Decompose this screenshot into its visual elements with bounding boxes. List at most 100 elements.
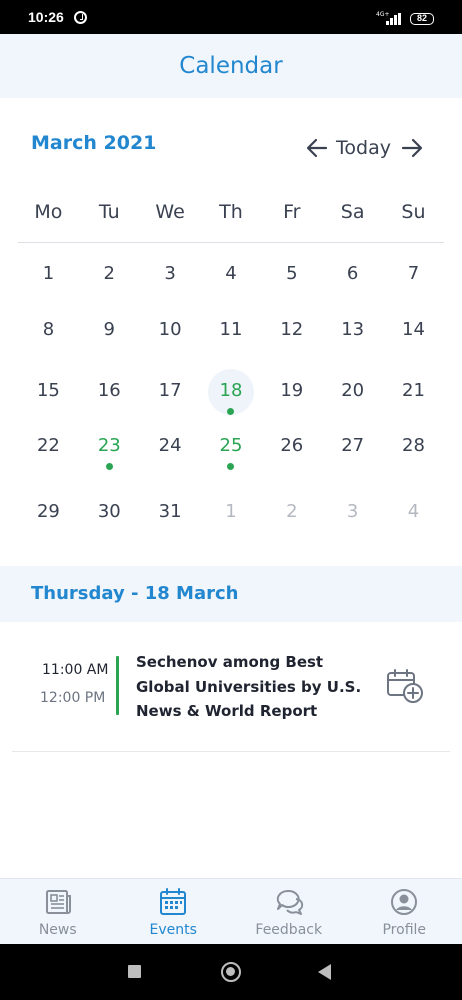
day-cell[interactable]: 13 (322, 301, 383, 362)
event-dot (105, 463, 113, 470)
today-button[interactable]: Today (336, 137, 391, 159)
weekday-header: Mo Tu We Th Fr Sa Su (18, 201, 444, 231)
day-cell[interactable]: 17 (140, 362, 201, 423)
day-number: 24 (158, 435, 182, 456)
day-cell[interactable]: 30 (79, 490, 140, 556)
newspaper-icon (45, 890, 71, 914)
day-cell[interactable]: 3 (140, 243, 201, 301)
day-number: 2 (103, 263, 115, 284)
day-cell[interactable]: 1 (201, 490, 262, 556)
weekday-label: Su (401, 201, 426, 223)
day-number: 16 (97, 380, 121, 401)
tab-feedback[interactable]: Feedback (231, 879, 347, 945)
day-number: 20 (341, 380, 365, 401)
day-number: 10 (158, 319, 182, 340)
week-row: 15 16 17 18 19 20 21 (18, 362, 444, 423)
tab-label: Profile (382, 922, 427, 938)
day-cell[interactable]: 19 (261, 362, 322, 423)
tab-profile[interactable]: Profile (347, 879, 462, 945)
day-number: 27 (341, 435, 365, 456)
day-number: 11 (219, 319, 243, 340)
day-cell[interactable]: 21 (383, 362, 444, 423)
day-cell[interactable]: 29 (18, 490, 79, 556)
day-cell[interactable]: 7 (383, 243, 444, 301)
weekday-label: Mo (34, 201, 63, 223)
day-number: 2 (286, 501, 298, 522)
day-cell[interactable]: 4 (383, 490, 444, 556)
tab-label: News (38, 922, 77, 938)
event-indicator-bar (116, 656, 119, 715)
calendar-grid: 1 2 3 4 5 6 7 8 9 10 11 12 13 14 15 16 17 18 19 20 21 22 23 24 2… (18, 243, 444, 556)
day-number: 19 (280, 380, 304, 401)
day-number: 31 (158, 501, 182, 522)
day-number: 8 (42, 319, 55, 340)
day-cell[interactable]: 3 (322, 490, 383, 556)
tab-news[interactable]: News (0, 879, 116, 945)
day-cell[interactable]: 27 (322, 423, 383, 490)
day-cell[interactable]: 2 (261, 490, 322, 556)
day-cell[interactable]: 14 (383, 301, 444, 362)
event-dot (227, 463, 235, 470)
weekday-label: We (155, 201, 185, 223)
day-cell[interactable]: 23 (79, 423, 140, 490)
day-number: 18 (219, 380, 243, 401)
status-time: 10:26 (28, 9, 64, 25)
day-cell[interactable]: 28 (383, 423, 444, 490)
day-number: 21 (402, 380, 425, 401)
back-icon[interactable] (318, 964, 331, 980)
day-cell[interactable]: 15 (18, 362, 79, 423)
weekday-label: Th (219, 201, 243, 223)
day-number: 17 (158, 380, 182, 401)
battery-level: 82 (410, 13, 434, 25)
day-number: 3 (164, 263, 176, 284)
day-cell[interactable]: 10 (140, 301, 201, 362)
selected-date-title: Thursday - 18 March (31, 583, 239, 604)
day-number: 5 (286, 263, 298, 284)
page-title: Calendar (179, 53, 283, 79)
week-row: 22 23 24 25 26 27 28 (18, 423, 444, 490)
day-number: 6 (346, 263, 359, 284)
day-number: 1 (225, 501, 237, 522)
week-row: 8 9 10 11 12 13 14 (18, 301, 444, 362)
add-to-calendar-icon[interactable] (386, 668, 424, 704)
day-cell[interactable]: 25 (201, 423, 262, 490)
day-cell[interactable]: 9 (79, 301, 140, 362)
bottom-nav: News Events Feedback Profile (0, 878, 462, 944)
day-cell-selected[interactable]: 18 (201, 362, 262, 423)
weekday-label: Sa (340, 201, 365, 223)
day-cell[interactable]: 20 (322, 362, 383, 423)
weekday-label: Fr (283, 201, 301, 223)
day-cell[interactable]: 24 (140, 423, 201, 490)
day-cell[interactable]: 4 (201, 243, 262, 301)
day-cell[interactable]: 11 (201, 301, 262, 362)
day-number: 9 (103, 319, 115, 340)
day-cell[interactable]: 22 (18, 423, 79, 490)
day-cell[interactable]: 5 (261, 243, 322, 301)
event-title: Sechenov among Best Global Universities … (136, 653, 362, 720)
day-cell[interactable]: 8 (18, 301, 79, 362)
tab-label: Events (149, 922, 197, 938)
day-number: 25 (219, 435, 243, 456)
day-number: 15 (36, 380, 60, 401)
day-cell[interactable]: 12 (261, 301, 322, 362)
tab-events[interactable]: Events (116, 879, 232, 945)
day-cell[interactable]: 2 (79, 243, 140, 301)
day-number: 30 (97, 501, 121, 522)
calendar-icon (160, 888, 187, 915)
status-bar: 10:26 4G+ 82 (0, 0, 462, 34)
day-cell[interactable]: 31 (140, 490, 201, 556)
alarm-icon (74, 11, 87, 24)
event-card[interactable]: 11:00 AM 12:00 PM Sechenov among Best Gl… (12, 632, 450, 752)
day-cell[interactable]: 6 (322, 243, 383, 301)
day-number: 4 (407, 501, 420, 522)
day-number: 26 (280, 435, 304, 456)
event-end-time: 12:00 PM (40, 690, 106, 706)
home-icon[interactable] (221, 962, 241, 982)
arrow-left-icon[interactable] (306, 137, 328, 159)
recents-icon[interactable] (128, 965, 141, 978)
app-header: Calendar (0, 34, 462, 98)
day-cell[interactable]: 26 (261, 423, 322, 490)
day-cell[interactable]: 1 (18, 243, 79, 301)
arrow-right-icon[interactable] (401, 137, 423, 159)
day-cell[interactable]: 16 (79, 362, 140, 423)
